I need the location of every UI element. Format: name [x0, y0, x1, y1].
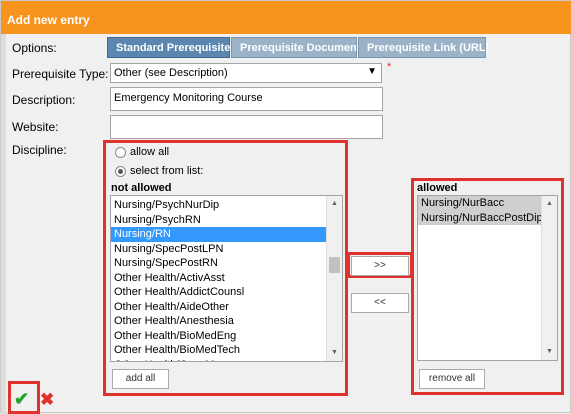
tab-prerequisite-link[interactable]: Prerequisite Link (URL) [358, 37, 489, 58]
left-edge [1, 34, 6, 414]
list-item[interactable]: Nursing/SpecPostLPN [111, 242, 326, 257]
discipline-label: Discipline: [12, 143, 67, 157]
list-item[interactable]: Nursing/PsychRN [111, 213, 326, 228]
list-item[interactable]: Other Health/CaseManager [111, 358, 326, 362]
allowed-list[interactable]: Nursing/NurBacc Nursing/NurBaccPostDip ▲ … [417, 195, 558, 361]
scroll-down-icon[interactable]: ▼ [542, 344, 557, 360]
prerequisite-type-value: Other (see Description) [114, 67, 228, 79]
list-item[interactable]: Other Health/BioMedTech [111, 343, 326, 358]
allowed-header: allowed [417, 182, 458, 194]
list-item[interactable]: Nursing/PsychNurDip [111, 198, 326, 213]
x-icon[interactable]: ✖ [40, 390, 54, 410]
select-from-list-radio[interactable]: select from list: [115, 165, 203, 177]
not-allowed-header: not allowed [111, 182, 172, 194]
website-label: Website: [12, 120, 59, 134]
remove-button[interactable]: << [351, 293, 409, 313]
list-item[interactable]: Nursing/RN [111, 227, 326, 242]
options-label: Options: [12, 41, 57, 55]
not-allowed-scrollbar[interactable]: ▲ ▼ [326, 196, 342, 361]
list-item[interactable]: Nursing/NurBaccPostDip [418, 210, 543, 225]
radio-off-icon [115, 146, 126, 158]
add-all-button[interactable]: add all [112, 369, 169, 389]
remove-all-button[interactable]: remove all [419, 369, 485, 389]
prerequisite-type-label: Prerequisite Type: [12, 67, 109, 81]
select-from-list-label: select from list: [130, 165, 204, 177]
scroll-up-icon[interactable]: ▲ [327, 196, 342, 212]
scroll-thumb[interactable] [329, 257, 340, 273]
allowed-items: Nursing/NurBacc Nursing/NurBaccPostDip [418, 196, 543, 225]
dialog-title: Add new entry [1, 1, 571, 34]
not-allowed-list[interactable]: Nursing/PsychNurDip Nursing/PsychRN Nursin… [110, 195, 343, 362]
allow-all-radio[interactable]: allow all [115, 146, 169, 158]
scroll-up-icon[interactable]: ▲ [542, 196, 557, 212]
list-item[interactable]: Nursing/NurBacc [418, 196, 541, 211]
allow-all-label: allow all [130, 146, 170, 158]
prerequisite-type-select[interactable]: Other (see Description) ▼ [110, 63, 382, 83]
website-input[interactable] [110, 115, 383, 139]
tab-standard-prerequisite[interactable]: Standard Prerequisite [107, 37, 230, 58]
checkmark-icon[interactable]: ✔ [14, 389, 29, 410]
add-button[interactable]: >> [351, 256, 409, 276]
description-label: Description: [12, 93, 76, 107]
description-input[interactable]: Emergency Monitoring Course [110, 87, 383, 111]
tab-prerequisite-document[interactable]: Prerequisite Document [231, 37, 360, 58]
list-item[interactable]: Other Health/AddictCounsl [111, 285, 326, 300]
dropdown-arrow-icon: ▼ [367, 66, 377, 77]
options-tabs: Standard Prerequisite Prerequisite Docum… [107, 37, 489, 58]
radio-on-icon [115, 165, 126, 177]
list-item[interactable]: Other Health/ActivAsst [111, 271, 326, 286]
add-entry-dialog: Add new entry Options: Standard Prerequi… [0, 0, 571, 414]
scroll-down-icon[interactable]: ▼ [327, 345, 342, 361]
not-allowed-items: Nursing/PsychNurDip Nursing/PsychRN Nursin… [111, 198, 326, 362]
list-item[interactable]: Nursing/SpecPostRN [111, 256, 326, 271]
list-item[interactable]: Other Health/BioMedEng [111, 329, 326, 344]
required-marker: * [387, 61, 392, 73]
allowed-scrollbar[interactable]: ▲ ▼ [541, 196, 557, 360]
list-item[interactable]: Other Health/AideOther [111, 300, 326, 315]
list-item[interactable]: Other Health/Anesthesia [111, 314, 326, 329]
